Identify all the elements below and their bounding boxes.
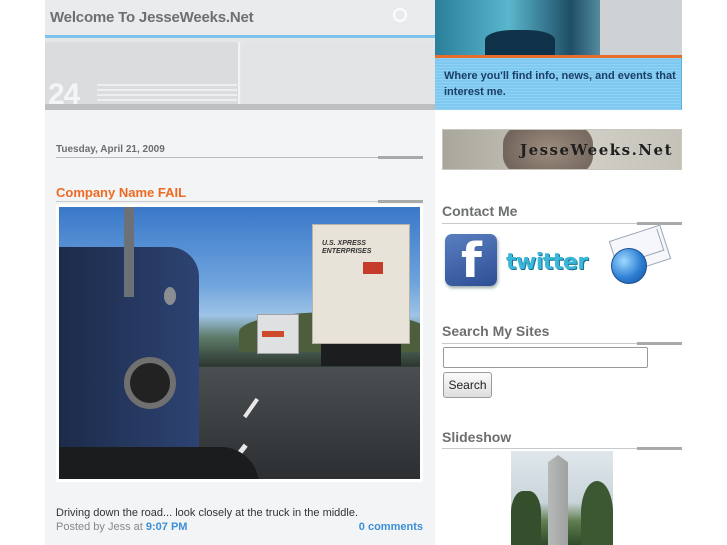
post-footer: Posted by Jess at 9:07 PM 0 comments (56, 521, 423, 533)
contact-title: Contact Me (442, 203, 518, 219)
search-divider-accent (637, 342, 682, 345)
search-input[interactable] (443, 347, 648, 368)
slideshow-divider-accent (637, 447, 682, 450)
post-date: Tuesday, April 21, 2009 (56, 144, 165, 155)
gear-decoration-icon (393, 8, 407, 22)
post-comments-link[interactable]: 0 comments (359, 521, 423, 533)
site-title[interactable]: Welcome To JesseWeeks.Net (50, 9, 254, 26)
photo-truck-underside (321, 344, 401, 366)
date-divider (56, 157, 423, 158)
photo-mirror (164, 287, 176, 305)
photo-far-truck-logo (262, 331, 284, 337)
tagline-box: Where you'll find info, news, and events… (435, 58, 682, 110)
post-photo[interactable]: U.S. XPRESS ENTERPRISES (56, 204, 423, 482)
slide-tree (511, 491, 541, 545)
post-body: Driving down the road... look closely at… (56, 507, 359, 519)
post-title-divider-accent (378, 200, 423, 203)
header-photo-strip (435, 0, 682, 55)
photo-truck-tag (363, 262, 383, 274)
header-decor-lines (97, 84, 237, 102)
jesseweeks-banner[interactable]: JesseWeeks.Net (442, 129, 682, 170)
post-title-link[interactable]: Company Name FAIL (56, 185, 186, 200)
slide-monument (548, 455, 568, 545)
banner-text: JesseWeeks.Net (519, 141, 673, 159)
search-button[interactable]: Search (443, 372, 492, 398)
twitter-link[interactable]: twitter (506, 250, 588, 275)
post-permalink-time[interactable]: 9:07 PM (146, 521, 188, 533)
facebook-glyph: f (461, 233, 482, 289)
post-title-divider (56, 201, 423, 202)
search-title: Search My Sites (442, 323, 550, 339)
site-tagline: Where you'll find info, news, and events… (444, 70, 676, 98)
header-panel-middle (242, 42, 435, 108)
photo-exhaust-stack (124, 207, 134, 297)
facebook-icon[interactable]: f (445, 234, 497, 286)
slideshow-image[interactable] (511, 451, 613, 545)
photo-truck-lettering: U.S. XPRESS ENTERPRISES (322, 240, 372, 255)
date-divider-accent (378, 156, 423, 159)
header-photo-shape (485, 30, 555, 55)
main-column: Tuesday, April 21, 2009 Company Name FAI… (45, 110, 435, 545)
photo-wheel (124, 357, 176, 409)
globe-icon[interactable] (611, 248, 647, 284)
post-author-prefix: Posted by Jess at (56, 521, 143, 533)
photo-dashboard (59, 447, 259, 479)
slideshow-title: Slideshow (442, 429, 512, 445)
sidebar: JesseWeeks.Net Contact Me f twitter Sear… (435, 110, 682, 545)
header-photo-light-area (600, 0, 682, 55)
slide-tree (581, 481, 613, 545)
